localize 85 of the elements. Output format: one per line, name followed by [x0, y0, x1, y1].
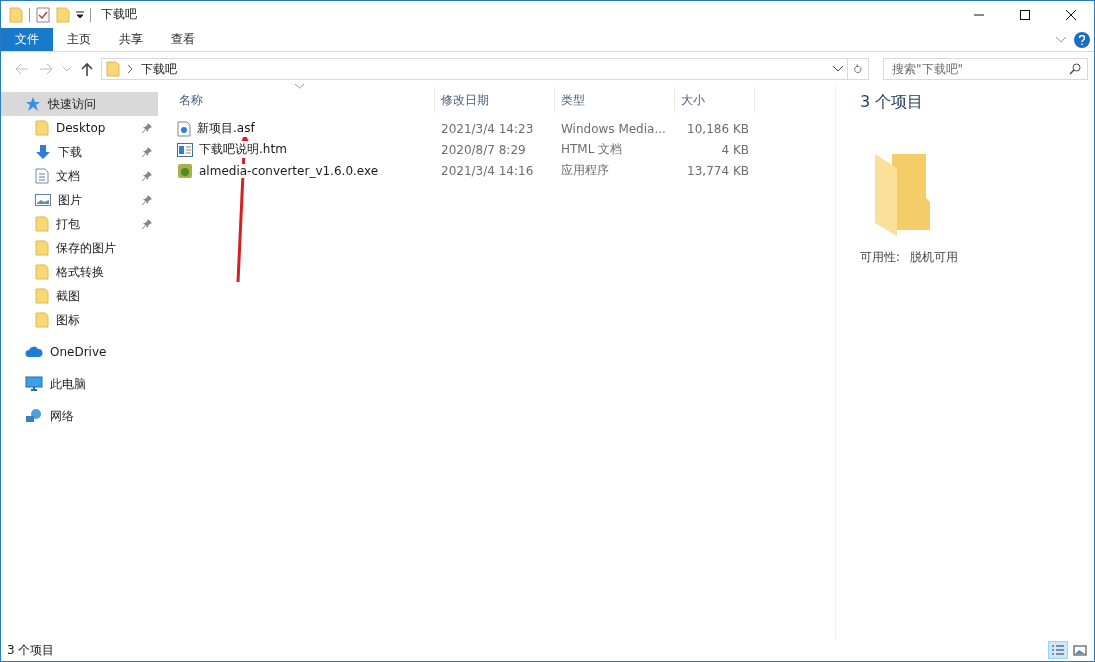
pin-icon[interactable] — [142, 147, 152, 157]
pin-icon[interactable] — [142, 195, 152, 205]
list-icon — [1050, 643, 1066, 657]
file-name-text[interactable]: 新项目.asf — [197, 120, 255, 137]
web-page-icon — [177, 142, 193, 157]
path-segment[interactable]: 下载吧 — [141, 60, 177, 78]
pin-icon[interactable] — [142, 171, 152, 181]
file-name[interactable]: 下载吧说明.htm — [173, 141, 435, 158]
folder-icon — [106, 61, 120, 77]
file-name-text[interactable]: almedia-converter_v1.6.0.exe — [199, 163, 379, 178]
address-bar[interactable]: 下载吧 — [101, 58, 848, 80]
table-cell-text: 2020/8/7 8:29 — [440, 142, 527, 157]
up-button[interactable] — [79, 60, 95, 78]
sidebar-item[interactable]: 截图 — [1, 284, 158, 308]
media-file-icon — [177, 120, 191, 137]
sidebar-item[interactable]: 保存的图片 — [1, 236, 158, 260]
folder-icon — [35, 216, 49, 232]
file-menu-button[interactable]: 文件 — [1, 28, 53, 51]
folder-icon — [35, 240, 49, 256]
property-value: 脱机可用 — [910, 249, 959, 266]
sort-indicator-icon — [295, 84, 304, 89]
search-icon — [1069, 63, 1081, 75]
column-header[interactable]: 类型 — [555, 87, 675, 113]
sidebar-item[interactable]: 文档 — [1, 164, 158, 188]
recent-locations-button[interactable] — [61, 64, 73, 74]
property-label: 可用性: — [860, 249, 901, 266]
computer-icon — [25, 376, 43, 392]
column-header[interactable]: 大小 — [675, 87, 755, 113]
table-cell-text: 2021/3/4 14:23 — [440, 121, 535, 136]
details-view-button[interactable] — [1048, 641, 1068, 659]
folder-icon — [35, 264, 49, 280]
folder-icon — [35, 288, 49, 304]
file-name-text[interactable]: 下载吧说明.htm — [199, 141, 287, 158]
table-cell-text: 4 KB — [720, 142, 749, 157]
sidebar-item[interactable]: 下载 — [1, 140, 158, 164]
pin-icon[interactable] — [142, 219, 152, 229]
chevron-icon — [128, 65, 133, 73]
sidebar-item[interactable]: 格式转换 — [1, 260, 158, 284]
table-cell-text: 2021/3/4 14:16 — [440, 163, 535, 178]
new-folder-icon — [56, 6, 70, 23]
ribbon-tab[interactable]: 主页 — [53, 28, 105, 51]
dropdown-icon[interactable] — [76, 10, 84, 19]
folder-icon — [35, 312, 49, 328]
column-header[interactable]: 名称 — [173, 87, 435, 113]
document-icon — [35, 168, 49, 184]
file-name[interactable]: 新项目.asf — [173, 120, 435, 137]
application-icon — [177, 162, 193, 179]
forward-button[interactable] — [37, 61, 55, 77]
sidebar-item[interactable]: 打包 — [1, 212, 158, 236]
picture-icon — [1072, 643, 1088, 657]
cloud-icon — [25, 346, 43, 358]
folder-icon — [35, 120, 49, 136]
expand-ribbon-icon[interactable] — [1056, 36, 1066, 43]
table-cell-text: 应用程序 — [560, 162, 610, 179]
file-name[interactable]: almedia-converter_v1.6.0.exe — [173, 162, 435, 179]
sidebar-item[interactable]: 图标 — [1, 308, 158, 332]
star-icon — [25, 96, 41, 112]
properties-icon[interactable] — [36, 6, 50, 23]
sidebar-item[interactable]: OneDrive — [1, 340, 158, 364]
help-icon[interactable] — [1074, 31, 1090, 48]
sidebar-item[interactable]: Desktop — [1, 116, 158, 140]
sidebar-item[interactable]: 网络 — [1, 404, 158, 428]
download-arrow-icon — [35, 144, 51, 160]
table-cell-text: 13,774 KB — [686, 163, 749, 178]
back-button[interactable] — [13, 61, 31, 77]
close-icon — [1066, 9, 1076, 20]
pin-icon[interactable] — [142, 123, 152, 133]
sidebar-item[interactable]: 快速访问 — [1, 92, 158, 116]
network-icon — [25, 408, 43, 424]
status-text: 3 个项目 — [7, 641, 55, 659]
column-header[interactable]: 修改日期 — [435, 87, 555, 113]
window-title: 下载吧 — [101, 6, 137, 23]
sidebar-item[interactable]: 此电脑 — [1, 372, 158, 396]
sidebar-item[interactable]: 图片 — [1, 188, 158, 212]
refresh-icon — [854, 63, 862, 75]
table-cell-text: Windows Media... — [560, 121, 667, 136]
ribbon-tab[interactable]: 共享 — [105, 28, 157, 51]
picture-icon — [35, 193, 51, 207]
details-title: 3 个项目 — [860, 92, 925, 113]
maximize-icon — [1020, 9, 1030, 20]
table-cell-text: 10,186 KB — [686, 121, 749, 136]
folder-icon — [9, 6, 23, 23]
ribbon-tab[interactable]: 查看 — [157, 28, 209, 51]
table-cell-text: HTML 文档 — [560, 141, 624, 158]
search-field[interactable]: 搜索"下载吧" — [883, 58, 1088, 80]
